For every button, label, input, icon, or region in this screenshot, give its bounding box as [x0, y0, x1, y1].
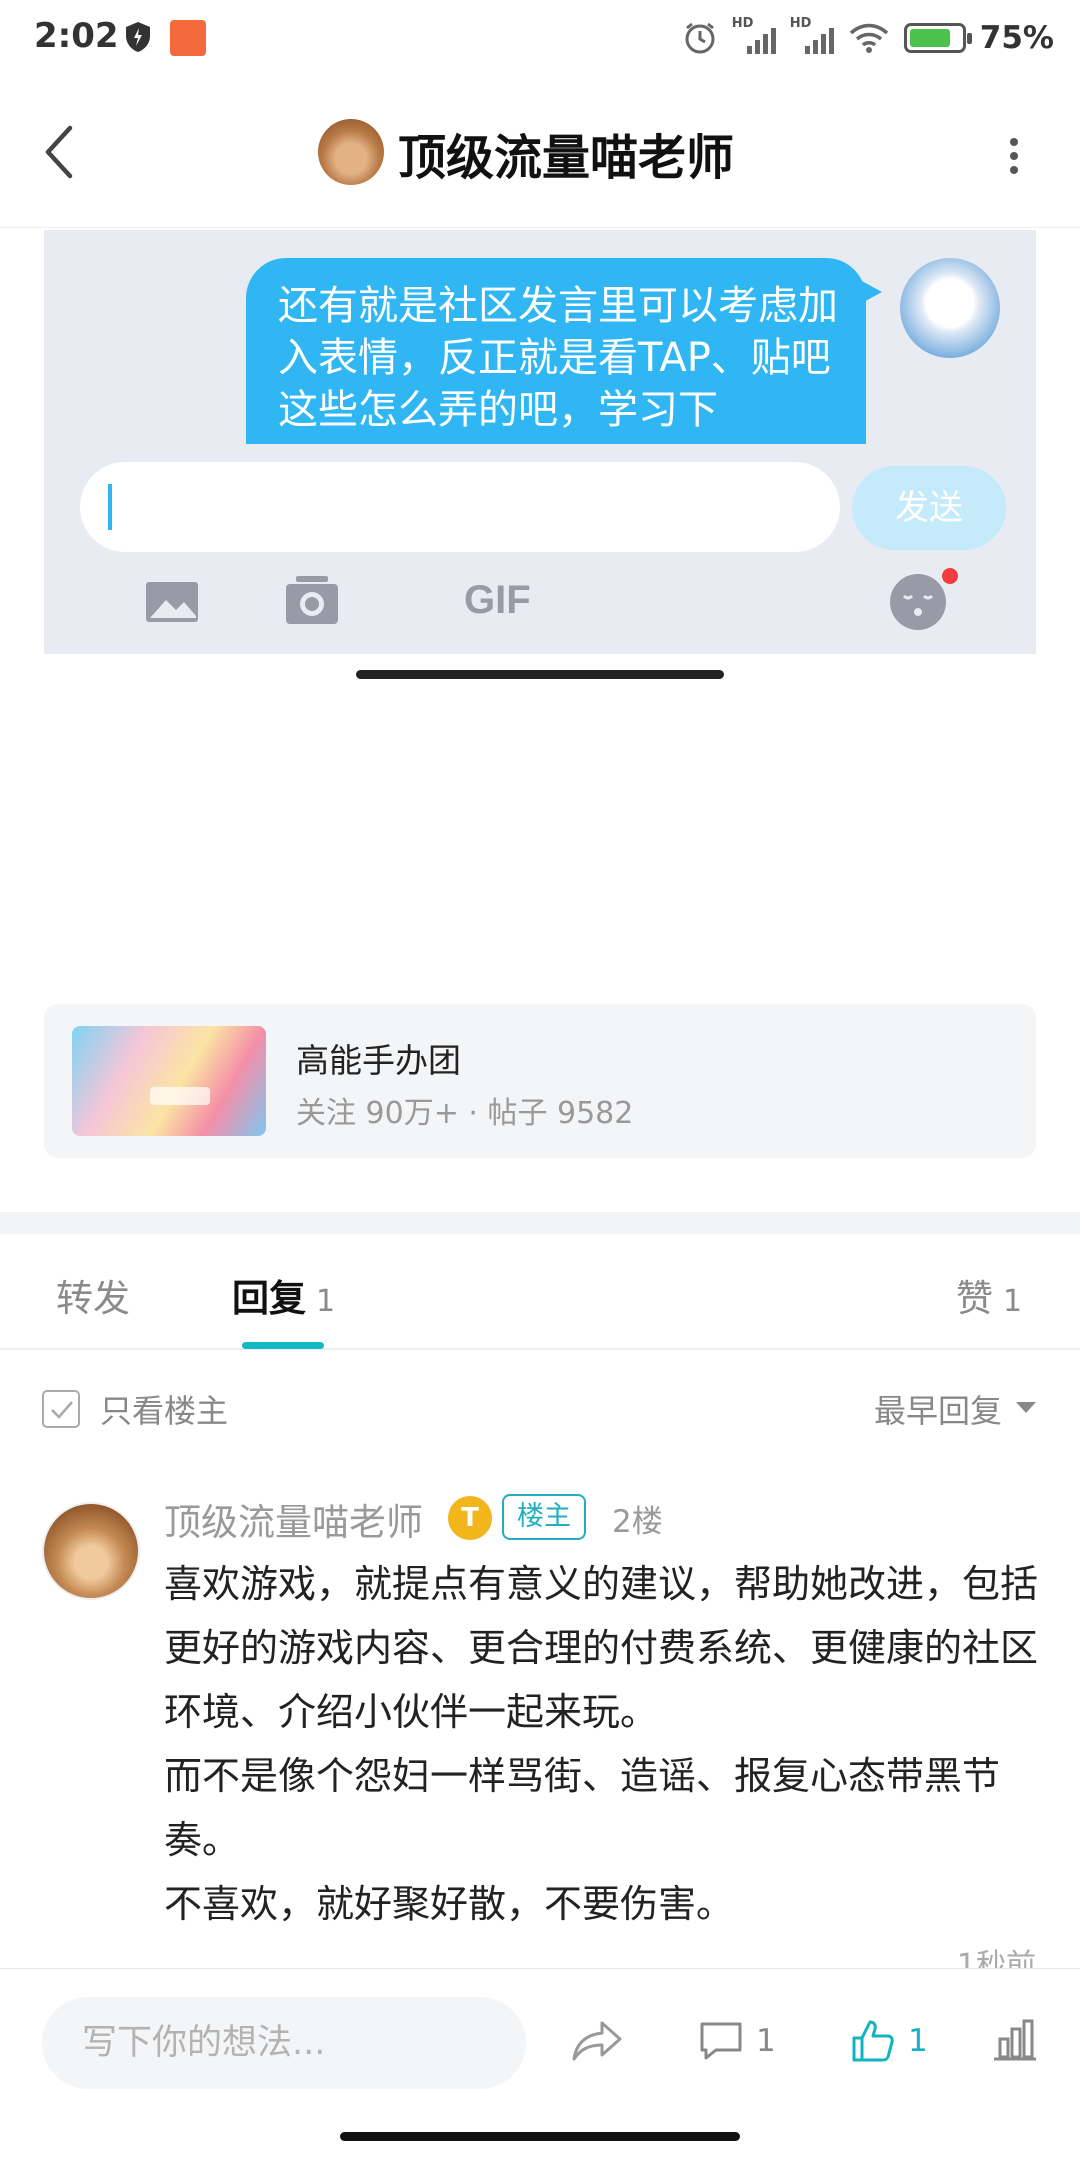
- avatar[interactable]: [42, 1502, 140, 1600]
- emoji-icon: [890, 574, 946, 630]
- comment-username[interactable]: 顶级流量喵老师: [164, 1492, 423, 1546]
- only-op-label[interactable]: 只看楼主: [100, 1386, 228, 1432]
- author-avatar[interactable]: [318, 119, 384, 185]
- comment-time: 1秒前: [956, 1948, 1036, 1970]
- sort-dropdown[interactable]: 最早回复: [874, 1386, 1002, 1432]
- tab-count: 1: [316, 1284, 336, 1319]
- comment-count: 1: [756, 2023, 776, 2059]
- only-op-checkbox[interactable]: [42, 1390, 80, 1428]
- comment-button[interactable]: 1: [698, 2011, 776, 2071]
- gif-icon: GIF: [464, 578, 531, 622]
- community-name: 高能手办团: [296, 1041, 461, 1080]
- tab-label: 转发: [56, 1277, 130, 1320]
- notification-dot: [942, 568, 958, 584]
- check-icon: [51, 1401, 73, 1419]
- op-badge: 楼主: [502, 1494, 586, 1540]
- back-arrow-icon[interactable]: [40, 122, 80, 182]
- reply-text-field[interactable]: [42, 1997, 526, 2089]
- tab-replies[interactable]: 回复 1: [232, 1268, 335, 1322]
- battery-percent: 75%: [979, 20, 1054, 56]
- section-divider: [0, 1212, 1080, 1234]
- comment-line: 而不是像个怨妇一样骂街、造谣、报复心态带黑节奏。: [164, 1754, 1001, 1862]
- more-options-icon[interactable]: [1004, 132, 1024, 182]
- wifi-icon: [849, 23, 888, 53]
- tab-likes[interactable]: 赞1: [956, 1268, 1022, 1322]
- active-tab-indicator: [242, 1342, 324, 1349]
- community-stats: 关注 90万+ · 帖子 9582: [296, 1096, 634, 1131]
- shield-icon: [126, 22, 150, 52]
- tab-label: 赞: [956, 1277, 993, 1320]
- thumbs-up-icon: [852, 2020, 894, 2062]
- chevron-down-icon[interactable]: [1016, 1402, 1036, 1413]
- comment-line: 喜欢游戏，就提点有意义的建议，帮助她改进，包括更好的游戏内容、更合理的付费系统、…: [164, 1562, 1039, 1734]
- embedded-screenshot[interactable]: 还有就是社区发言里可以考虑加入表情，反正就是看TAP、贴吧这些怎么弄的吧，学习下…: [44, 230, 1036, 654]
- like-button[interactable]: 1: [850, 2011, 928, 2071]
- comment-line: 不喜欢，就好聚好散，不要伤害。: [164, 1882, 735, 1926]
- top-app-bar: 顶级流量喵老师: [0, 76, 1080, 228]
- tab-repost[interactable]: 转发: [56, 1268, 130, 1322]
- filter-row: 只看楼主 最早回复: [0, 1352, 1080, 1460]
- battery-icon: [903, 23, 972, 53]
- stats-icon[interactable]: [992, 2017, 1038, 2063]
- community-card[interactable]: 高能手办团 关注 90万+ · 帖子 9582: [44, 1004, 1036, 1158]
- alarm-icon: [685, 22, 715, 54]
- comment-item: 顶级流量喵老师 T 楼主 2楼 喜欢游戏，就提点有意义的建议，帮助她改进，包括更…: [0, 1480, 1080, 1970]
- community-thumbnail: [72, 1026, 266, 1136]
- chat-avatar: [900, 258, 1000, 358]
- chat-toolbar: GIF: [44, 568, 1036, 648]
- comment-icon: [700, 2022, 742, 2060]
- chat-send-button: 发送: [852, 466, 1006, 550]
- home-indicator[interactable]: [340, 2132, 740, 2141]
- embedded-home-bar: [356, 670, 724, 679]
- tab-bar: 转发 回复 1 赞1: [0, 1234, 1080, 1350]
- floor-number: 2楼: [612, 1504, 663, 1540]
- share-icon: [572, 2021, 622, 2061]
- like-count: 1: [908, 2023, 928, 2059]
- bottom-action-bar: 1 1: [0, 1968, 1080, 2118]
- camera-icon: [286, 576, 338, 624]
- tab-count: 1: [1003, 1284, 1023, 1319]
- image-icon: [146, 582, 198, 622]
- text-caret: [108, 484, 112, 530]
- status-time: 2:02: [34, 16, 119, 56]
- chat-bubble-tail: [860, 280, 882, 304]
- app-notification-icon: [170, 20, 206, 56]
- comment-body: 喜欢游戏，就提点有意义的建议，帮助她改进，包括更好的游戏内容、更合理的付费系统、…: [164, 1552, 1040, 1936]
- level-badge: T: [448, 1496, 492, 1540]
- chat-bubble: 还有就是社区发言里可以考虑加入表情，反正就是看TAP、贴吧这些怎么弄的吧，学习下: [246, 258, 866, 444]
- signal-icon-sim1: HD: [732, 16, 776, 56]
- signal-icon-sim2: HD: [790, 16, 834, 56]
- share-button[interactable]: [570, 2011, 626, 2071]
- reply-input[interactable]: [42, 1997, 526, 2089]
- chat-input-field: [80, 462, 840, 552]
- status-right-group: HD HD 75%: [682, 16, 1054, 58]
- status-bar: 2:02 HD HD 75%: [0, 0, 1080, 76]
- tab-label: 回复: [232, 1277, 306, 1320]
- page-title: 顶级流量喵老师: [398, 130, 735, 186]
